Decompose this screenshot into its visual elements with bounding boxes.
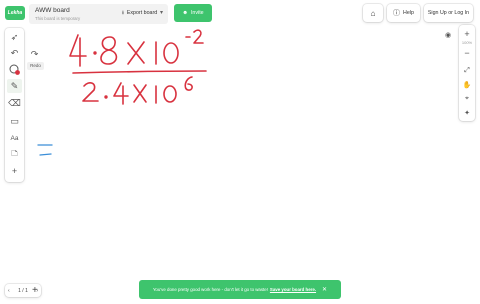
prev-page-button[interactable]: ‹ [8,288,10,294]
fraction-line [72,70,207,74]
handwritten-stroke [82,81,99,102]
handwritten-stroke [184,76,193,91]
handwritten-stroke [69,34,87,57]
handwritten-stroke [193,29,204,44]
handwritten-dot [104,95,108,99]
handwritten-dot [93,51,97,55]
whiteboard-canvas[interactable] [0,0,480,304]
add-page-button[interactable]: + [32,284,38,297]
save-board-toast: You've done pretty good work here - don'… [139,280,341,299]
page-indicator: 1 / 1 [18,288,28,294]
handwritten-stroke [163,42,179,64]
current-page: 1 [18,287,21,294]
blue-stroke [39,153,52,156]
close-icon[interactable]: ✕ [322,286,327,293]
save-board-link[interactable]: Save your board here. [270,287,316,292]
handwritten-stroke [113,82,129,97]
total-pages: / 1 [22,287,28,294]
toast-message: You've done pretty good work here - don'… [152,287,268,292]
handwritten-stroke [133,84,147,103]
handwritten-stroke [163,85,177,103]
handwritten-stroke [100,36,118,65]
handwritten-stroke [127,41,145,65]
